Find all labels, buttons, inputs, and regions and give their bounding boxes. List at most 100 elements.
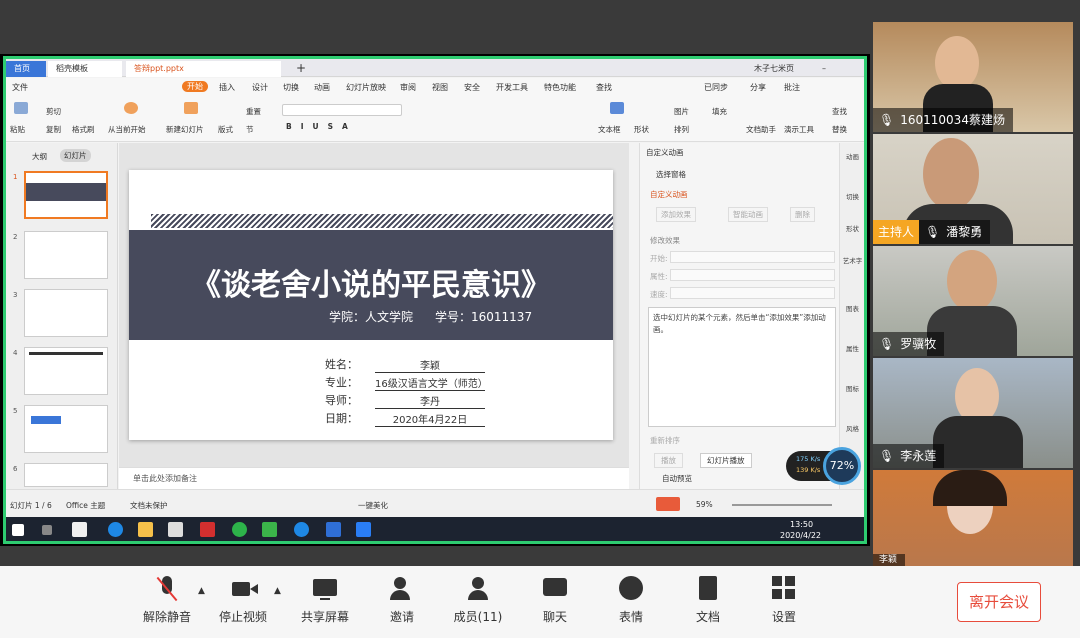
paste-button[interactable]: 粘贴 bbox=[10, 124, 25, 135]
tool-wordart[interactable]: 艺术字 bbox=[841, 255, 864, 265]
autopreview-checkbox[interactable]: 自动预览 bbox=[662, 473, 692, 484]
start-select[interactable] bbox=[670, 251, 835, 263]
thumbnail-5[interactable] bbox=[24, 405, 108, 453]
document-button[interactable]: 文档 bbox=[673, 576, 743, 625]
play-icon[interactable] bbox=[124, 102, 138, 114]
share-screen-button[interactable]: 共享屏幕 bbox=[290, 576, 360, 625]
thumbnail-3[interactable] bbox=[24, 289, 108, 337]
format-painter-button[interactable]: 格式刷 bbox=[72, 124, 95, 135]
audio-options-chevron-icon[interactable]: ▲ bbox=[198, 586, 205, 596]
speed-select[interactable] bbox=[670, 287, 835, 299]
menu-file[interactable]: 文件 bbox=[12, 82, 28, 93]
menu-review[interactable]: 审阅 bbox=[400, 82, 416, 93]
menu-devtools[interactable]: 开发工具 bbox=[496, 82, 528, 93]
invite-button[interactable]: 邀请 bbox=[367, 576, 437, 625]
protect-status[interactable]: 文档未保护 bbox=[130, 500, 168, 511]
tab-slides[interactable]: 幻灯片 bbox=[60, 149, 91, 162]
start-icon[interactable] bbox=[12, 524, 24, 536]
tool-icon[interactable]: 图标 bbox=[841, 383, 864, 393]
participant-video[interactable]: 李颖 bbox=[873, 470, 1073, 566]
participant-video[interactable]: 主持人 🎙 潘黎勇 bbox=[873, 134, 1073, 244]
menu-share[interactable]: 分享 bbox=[750, 82, 766, 93]
tool-animation[interactable]: 动画 bbox=[841, 151, 864, 161]
edge-icon[interactable] bbox=[108, 522, 123, 537]
layout-button[interactable]: 版式 bbox=[218, 124, 233, 135]
wechat-icon[interactable] bbox=[232, 522, 247, 537]
smart-anim-button[interactable]: 智能动画 bbox=[728, 207, 768, 222]
tool-style[interactable]: 风格 bbox=[841, 423, 864, 433]
font-style-buttons[interactable]: BIUSA bbox=[286, 122, 357, 131]
app-icon[interactable] bbox=[200, 522, 215, 537]
section-button[interactable]: 节 bbox=[246, 124, 254, 135]
select-pane-button[interactable]: 选择窗格 bbox=[656, 169, 686, 180]
slide[interactable]: 《谈老舍小说的平民意识》 学院：人文学院 学号：16011137 姓名： 李颖 … bbox=[129, 170, 613, 440]
unmute-button[interactable]: 解除静音 bbox=[132, 576, 202, 625]
app-icon[interactable] bbox=[262, 522, 277, 537]
user-name[interactable]: 木子七米页 bbox=[746, 61, 802, 77]
zoom-slider[interactable] bbox=[732, 504, 832, 506]
meeting-icon[interactable] bbox=[356, 522, 371, 537]
menu-search[interactable]: 查找 bbox=[596, 82, 612, 93]
menu-transition[interactable]: 切换 bbox=[283, 82, 299, 93]
menu-insert[interactable]: 插入 bbox=[219, 82, 235, 93]
find-button[interactable]: 查找 bbox=[832, 106, 847, 117]
beautify-button[interactable]: 一键美化 bbox=[358, 500, 388, 511]
slideshow-play-icon[interactable] bbox=[656, 497, 680, 511]
zoom-level[interactable]: 59% bbox=[696, 500, 713, 509]
menu-synced[interactable]: 已同步 bbox=[704, 82, 728, 93]
textbox-icon[interactable] bbox=[610, 102, 624, 114]
thumbnail-1[interactable] bbox=[24, 171, 108, 219]
menu-security[interactable]: 安全 bbox=[464, 82, 480, 93]
font-select[interactable] bbox=[282, 104, 402, 116]
delete-button[interactable]: 删除 bbox=[790, 207, 815, 222]
menu-design[interactable]: 设计 bbox=[252, 82, 268, 93]
ie-icon[interactable] bbox=[294, 522, 309, 537]
thumbnail-6[interactable] bbox=[24, 463, 108, 487]
video-options-chevron-icon[interactable]: ▲ bbox=[274, 586, 281, 596]
presentation-tools-button[interactable]: 演示工具 bbox=[784, 124, 814, 135]
notes-area[interactable]: 单击此处添加备注 bbox=[119, 467, 629, 489]
menu-features[interactable]: 特色功能 bbox=[544, 82, 576, 93]
new-slide-icon[interactable] bbox=[184, 102, 198, 114]
tab-pptx[interactable]: 答辩ppt.pptx bbox=[126, 61, 281, 77]
menu-view[interactable]: 视图 bbox=[432, 82, 448, 93]
tool-shape[interactable]: 形状 bbox=[841, 223, 864, 233]
menu-animation[interactable]: 动画 bbox=[314, 82, 330, 93]
paste-icon[interactable] bbox=[14, 102, 28, 114]
new-tab-icon[interactable]: + bbox=[288, 61, 314, 77]
fill-button[interactable]: 填充 bbox=[712, 106, 727, 117]
tool-chart[interactable]: 图表 bbox=[841, 303, 864, 313]
slideshow-button[interactable]: 幻灯片播放 bbox=[700, 453, 752, 468]
participant-video[interactable]: 🎙 李永莲 bbox=[873, 358, 1073, 468]
emoji-button[interactable]: 表情 bbox=[596, 576, 666, 625]
play-button[interactable]: 播放 bbox=[654, 453, 683, 468]
tab-outline[interactable]: 大纲 bbox=[32, 151, 47, 162]
copy-button[interactable]: 复制 bbox=[46, 124, 61, 135]
tab-home[interactable]: 首页 bbox=[6, 61, 46, 77]
menu-slideshow[interactable]: 幻灯片放映 bbox=[346, 82, 386, 93]
picture-button[interactable]: 图片 bbox=[674, 106, 689, 117]
shape-button[interactable]: 形状 bbox=[634, 124, 649, 135]
textbox-button[interactable]: 文本框 bbox=[598, 124, 621, 135]
store-icon[interactable] bbox=[168, 522, 183, 537]
new-slide-button[interactable]: 新建幻灯片 bbox=[166, 124, 204, 135]
tool-property[interactable]: 属性 bbox=[841, 343, 864, 353]
thumbnail-4[interactable] bbox=[24, 347, 108, 395]
tool-transition[interactable]: 切换 bbox=[841, 191, 864, 201]
doc-helper-button[interactable]: 文档助手 bbox=[746, 124, 776, 135]
participant-video[interactable]: 🎙 160110034蔡建炀 bbox=[873, 22, 1073, 132]
window-controls-icon[interactable]: –□× bbox=[814, 61, 864, 89]
cut-button[interactable]: 剪切 bbox=[46, 106, 61, 117]
stop-video-button[interactable]: 停止视频 bbox=[208, 576, 278, 625]
replace-button[interactable]: 替换 bbox=[832, 124, 847, 135]
add-effect-button[interactable]: 添加效果 bbox=[656, 207, 696, 222]
leave-meeting-button[interactable]: 离开会议 bbox=[957, 582, 1041, 622]
chat-button[interactable]: 聊天 bbox=[520, 576, 590, 625]
cpu-gauge[interactable]: 72% bbox=[823, 447, 861, 485]
settings-button[interactable]: 设置 bbox=[749, 576, 819, 625]
arrange-button[interactable]: 排列 bbox=[674, 124, 689, 135]
menu-home[interactable]: 开始 bbox=[182, 81, 208, 92]
from-current-button[interactable]: 从当前开始 bbox=[108, 124, 146, 135]
task-view-icon[interactable] bbox=[42, 525, 52, 535]
menu-comment[interactable]: 批注 bbox=[784, 82, 800, 93]
